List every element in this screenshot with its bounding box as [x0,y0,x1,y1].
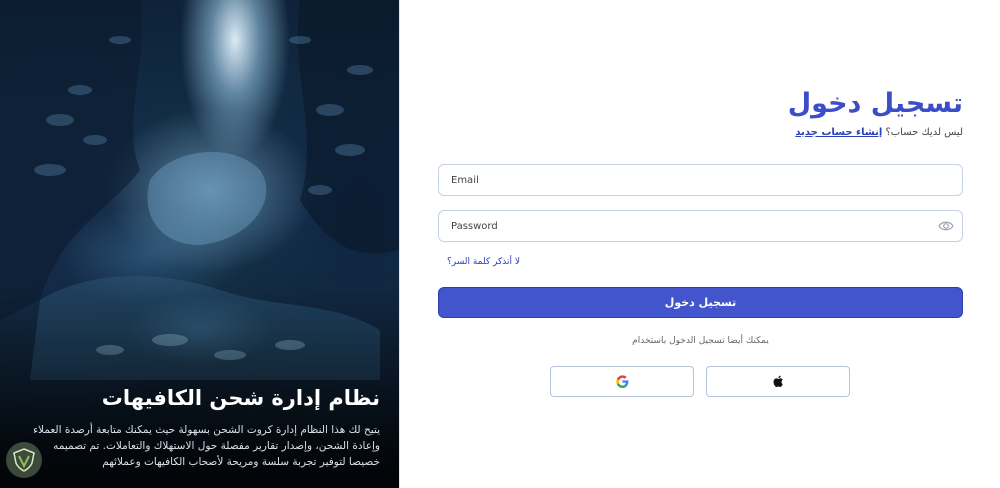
panel-divider [399,0,400,488]
google-icon [615,375,628,388]
google-login-button[interactable] [550,366,694,397]
hero-title: نظام إدارة شحن الكافيهات [101,386,380,410]
eye-icon[interactable] [938,219,954,233]
hero-panel: نظام إدارة شحن الكافيهات يتيح لك هذا الن… [0,0,400,488]
create-account-link[interactable]: إنشاء حساب جديد [795,127,882,138]
apple-login-button[interactable] [706,366,850,397]
forgot-password-link[interactable]: لا أتذكر كلمة السر؟ [447,257,520,267]
email-field [438,164,963,196]
no-account-text: ليس لديك حساب؟ [885,127,963,138]
brand-logo [6,442,42,478]
hero-description: يتيح لك هذا النظام إدارة كروت الشحن بسهو… [33,424,380,468]
page-title: تسجيل دخول [787,88,963,119]
signup-prompt: ليس لديك حساب؟ إنشاء حساب جديد [795,127,963,138]
cave-image [0,0,400,380]
shield-logo-icon [13,448,35,472]
apple-icon [773,375,783,387]
password-field [438,210,963,242]
alt-login-text: يمكنك أيضا تسجيل الدخول باستخدام [632,336,769,346]
email-input[interactable] [439,165,923,195]
login-button[interactable]: تسجيل دخول [438,287,963,318]
password-input[interactable] [439,211,923,241]
